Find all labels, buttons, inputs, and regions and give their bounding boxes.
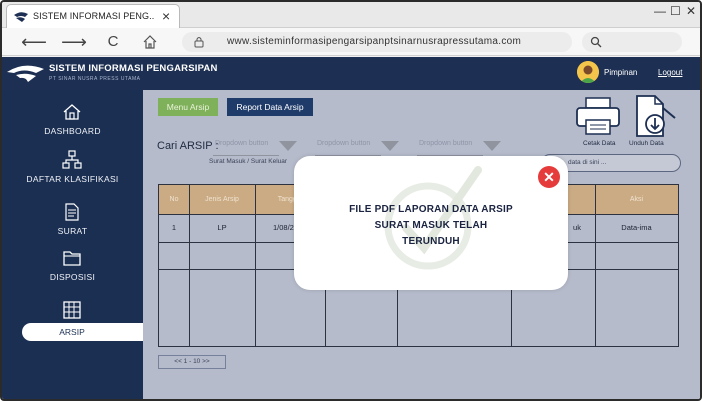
pagination[interactable]: << 1 - 10 >>	[158, 355, 226, 369]
column-header: No	[169, 196, 179, 203]
maximize-icon[interactable]: ☐	[670, 4, 681, 18]
modal-message-line: SURAT MASUK TELAH	[374, 220, 488, 231]
sidebar-item-daftar-klasifikasi[interactable]: DAFTAR KLASIFIKASI	[2, 150, 143, 196]
logout-link[interactable]: Logout	[658, 68, 682, 77]
tab-close-icon[interactable]: ×	[162, 8, 170, 24]
app-title: SISTEM INFORMASI PENGARSIPAN	[49, 63, 218, 74]
address-bar[interactable]: www.sisteminformasipengarsipanptsinarnus…	[182, 32, 572, 52]
menu-arsip-button[interactable]: Menu Arsip	[158, 98, 218, 116]
site-logo-icon	[14, 12, 28, 22]
window-close-icon[interactable]: ✕	[686, 4, 696, 18]
browser-search-box[interactable]	[582, 32, 682, 52]
download-success-modal: FILE PDF LAPORAN DATA ARSIP SURAT MASUK …	[294, 156, 568, 290]
sidebar-item-label: SURAT	[57, 226, 88, 236]
report-data-arsip-button[interactable]: Report Data Arsip	[227, 98, 313, 116]
search-icon	[590, 36, 602, 48]
sidebar-item-label: DISPOSISI	[49, 272, 96, 282]
url-text: www.sisteminformasipengarsipanptsinarnus…	[227, 36, 522, 47]
company-logo-icon	[7, 65, 44, 82]
dropdown-arrow-icon	[279, 141, 297, 151]
home-browser-icon[interactable]	[142, 34, 158, 50]
filter-subtitle: Surat Masuk / Surat Keluar	[209, 158, 288, 165]
browser-window: SISTEM INFORMASI PENG.. × — ☐ ✕ ⟵ ⟶ C ww…	[0, 0, 702, 401]
unduh-data-label[interactable]: Unduh Data	[629, 140, 664, 147]
sidebar-item-dashboard[interactable]: DASHBOARD	[2, 102, 143, 148]
sidebar-item-label: DAFTAR KLASIFIKASI	[26, 174, 119, 184]
table-cell: LP	[217, 223, 227, 232]
browser-tab[interactable]: SISTEM INFORMASI PENG.. ×	[6, 4, 180, 28]
table-cell[interactable]: Data-ima	[595, 223, 678, 232]
sidebar-item-arsip[interactable]: ARSIP	[22, 323, 144, 341]
dropdown-label: Dropdown button	[419, 140, 473, 147]
back-arrow-icon[interactable]: ⟵	[20, 32, 48, 52]
folder-icon	[63, 251, 81, 266]
sidebar-item-surat[interactable]: SURAT	[2, 202, 143, 248]
column-header: Jenis Arsip	[205, 196, 239, 203]
close-icon[interactable]: ✕	[538, 166, 560, 188]
sidebar-item-disposisi[interactable]: DISPOSISI	[2, 248, 143, 294]
user-name: Pimpinan	[604, 68, 638, 77]
company-name: PT SINAR NUSRA PRESS UTAMA	[49, 76, 141, 82]
navigation-bar: ⟵ ⟶ C www.sisteminformasipengarsipanptsi…	[2, 28, 700, 56]
cetak-data-label[interactable]: Cetak Data	[583, 140, 616, 147]
column-header: Aksi	[629, 196, 644, 203]
filter-dropdown-1[interactable]: Dropdown button	[213, 140, 297, 156]
tab-bar: SISTEM INFORMASI PENG.. × — ☐ ✕	[2, 2, 700, 28]
sidebar-item-label: ARSIP	[59, 327, 85, 337]
modal-message-line: TERUNDUH	[402, 236, 460, 247]
dropdown-arrow-icon	[381, 141, 399, 151]
hierarchy-icon	[62, 150, 82, 169]
avatar[interactable]	[577, 61, 599, 83]
app-header: SISTEM INFORMASI PENGARSIPAN PT SINAR NU…	[2, 57, 700, 90]
dropdown-label: Dropdown button	[215, 140, 269, 147]
close-glyph: ✕	[543, 169, 555, 185]
dropdown-label: Dropdown button	[317, 140, 371, 147]
forward-arrow-icon[interactable]: ⟶	[60, 32, 88, 52]
minimize-icon[interactable]: —	[654, 4, 666, 18]
lock-icon	[194, 37, 204, 48]
user-avatar-icon	[577, 61, 599, 83]
dropdown-arrow-icon	[483, 141, 501, 151]
download-file-icon[interactable]	[633, 94, 677, 140]
reload-icon[interactable]: C	[102, 32, 124, 52]
search-placeholder: data di sini ...	[568, 159, 607, 166]
tab-title: SISTEM INFORMASI PENG..	[33, 11, 155, 21]
modal-message-line: FILE PDF LAPORAN DATA ARSIP	[349, 204, 513, 215]
filter-dropdown-3[interactable]: Dropdown button	[417, 140, 501, 156]
table-cell: 1	[171, 223, 177, 232]
archive-icon	[63, 301, 81, 319]
sidebar: DASHBOARD DAFTAR KLASIFIKASI SURAT DISPO…	[2, 90, 143, 399]
letter-icon	[65, 203, 79, 221]
filter-dropdown-2[interactable]: Dropdown button	[315, 140, 399, 156]
printer-icon[interactable]	[575, 96, 621, 136]
home-icon	[63, 104, 81, 120]
sidebar-item-label: DASHBOARD	[44, 126, 101, 136]
cari-arsip-label: Cari ARSIP :	[157, 140, 219, 152]
modal-message: FILE PDF LAPORAN DATA ARSIP SURAT MASUK …	[294, 202, 568, 250]
